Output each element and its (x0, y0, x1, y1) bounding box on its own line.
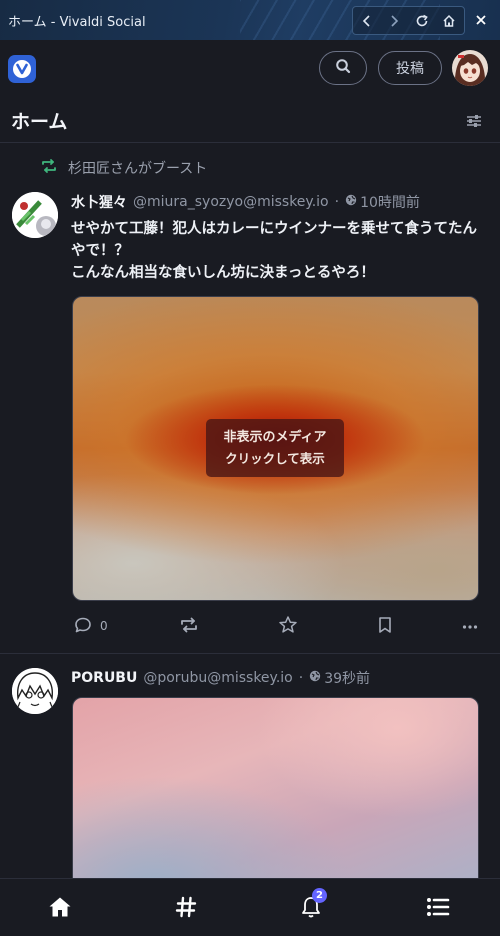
post-content-line: やで！？ (71, 243, 129, 259)
display-name[interactable]: 水卜猩々 (71, 192, 127, 212)
star-icon (278, 615, 298, 638)
page-title: ホーム (11, 111, 68, 133)
home-icon[interactable] (435, 7, 462, 34)
back-icon[interactable] (353, 7, 380, 34)
post-media-image[interactable] (72, 697, 479, 897)
browser-nav-group (352, 6, 465, 35)
separator: · (298, 670, 304, 686)
search-button[interactable] (319, 51, 367, 85)
column-header: ホーム (0, 100, 500, 143)
search-icon (335, 58, 351, 78)
post-author-avatar[interactable] (12, 668, 58, 714)
more-icon (462, 619, 478, 633)
reply-button[interactable]: 0 (74, 614, 108, 638)
home-icon[interactable] (46, 893, 74, 921)
show-hidden-media-button[interactable]: 非表示のメディア クリックして表示 (206, 419, 344, 477)
hidden-media-label: 非表示のメディア (223, 430, 327, 445)
bookmark-button[interactable] (377, 614, 393, 638)
bottom-navigation (0, 878, 500, 936)
vivaldi-social-logo[interactable] (8, 55, 36, 83)
account-handle[interactable]: @miura_syozyo@misskey.io (133, 194, 329, 210)
window-titlebar: ホーム - Vivaldi Social (0, 0, 500, 40)
time-label: 39秒前 (324, 671, 371, 687)
post-time[interactable]: 39秒前 (309, 668, 370, 688)
separator: · (334, 194, 340, 210)
post-action-bar: 0 (72, 614, 482, 638)
post-time[interactable]: 10時間前 (345, 192, 420, 212)
boost-indicator: 杉田匠さんがブースト (40, 158, 207, 178)
boost-text: 杉田匠さんがブースト (68, 161, 208, 177)
close-icon[interactable] (468, 7, 494, 33)
globe-icon (309, 670, 321, 686)
post-divider (0, 653, 500, 654)
post-header: PORUBU @porubu@misskey.io · 39秒前 (71, 668, 370, 688)
boost-icon (40, 158, 58, 178)
post-content: せやかて工藤！犯人はカレーにウインナーを乗せて食うてたん やで！？ こんなん相当… (71, 218, 481, 284)
post-content-line: こんなん相当な食いしん坊に決まっとるやろ！ (71, 265, 375, 281)
app-header: 投稿 (0, 40, 500, 100)
reload-icon[interactable] (408, 7, 435, 34)
favourite-button[interactable] (278, 614, 298, 638)
account-handle[interactable]: @porubu@misskey.io (143, 670, 292, 686)
window-title: ホーム - Vivaldi Social (8, 15, 146, 30)
notification-badge: 2 (312, 888, 327, 903)
post-author-avatar[interactable] (12, 192, 58, 238)
reply-icon (74, 616, 92, 637)
hashtag-icon[interactable] (172, 893, 200, 921)
more-options-button[interactable] (462, 614, 478, 638)
display-name[interactable]: PORUBU (71, 670, 137, 686)
post-content-line: せやかて工藤！犯人はカレーにウインナーを乗せて食うてたん (71, 221, 477, 237)
reply-count: 0 (100, 619, 108, 633)
globe-icon (345, 194, 357, 210)
click-to-show-label: クリックして表示 (225, 451, 325, 466)
boost-icon (178, 616, 200, 637)
boost-button[interactable] (178, 614, 200, 638)
menu-list-icon[interactable] (424, 893, 452, 921)
bookmark-icon (377, 616, 393, 637)
time-label: 10時間前 (360, 195, 420, 211)
user-avatar[interactable] (452, 50, 488, 86)
forward-icon[interactable] (380, 7, 407, 34)
post-button[interactable]: 投稿 (378, 51, 442, 85)
post-header: 水卜猩々 @miura_syozyo@misskey.io · 10時間前 (71, 192, 420, 212)
column-settings-icon[interactable] (463, 110, 485, 132)
